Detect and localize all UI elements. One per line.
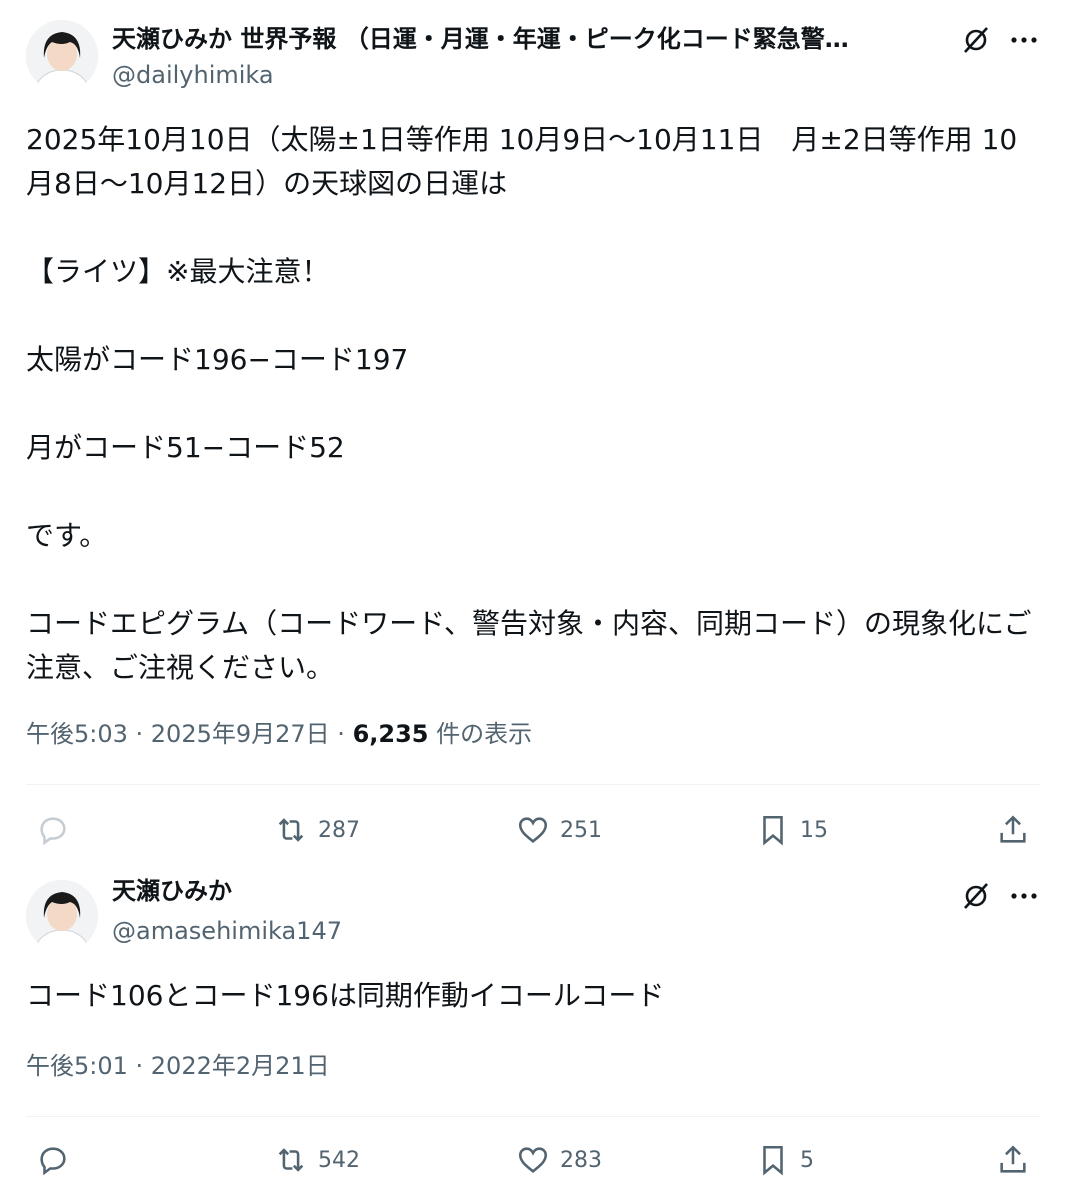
reply-icon [40,817,66,846]
post-timestamp[interactable]: 午後5:01 · 2022年2月21日 [26,1052,330,1080]
author-handle[interactable]: @dailyhimika [112,60,274,90]
avatar-image [26,880,98,952]
action-bar: 287 251 15 [0,808,1066,852]
post-text: 2025年10月10日（太陽±1日等作用 10月9日〜10月11日 月±2日等作… [26,123,1032,684]
post-meta: 午後5:03 · 2025年9月27日 · 6,235 件の表示 [26,718,532,750]
reply-button[interactable] [36,808,80,852]
share-icon [1000,815,1026,843]
original-post: 天瀬ひみか @amasehimika147 コード106とコード196は同期作動… [0,860,1066,1200]
bookmark-icon [763,1145,783,1176]
repost-button[interactable]: 287 [274,808,360,852]
author-handle[interactable]: @amasehimika147 [112,916,342,946]
grok-icon[interactable] [958,878,994,914]
author-name[interactable]: 天瀬ひみか [112,876,232,906]
repost-count: 287 [318,817,360,843]
heart-icon [518,1147,548,1173]
heart-icon [518,817,548,843]
bookmark-count: 15 [800,817,828,843]
share-button[interactable] [996,1138,1030,1182]
like-count: 283 [560,1147,602,1173]
avatar-image [26,20,98,92]
grok-icon[interactable] [958,22,994,58]
repost-button[interactable]: 542 [274,1138,360,1182]
view-label: 件の表示 [428,720,533,748]
bookmark-count: 5 [800,1147,814,1173]
reply-button[interactable] [36,1138,80,1182]
divider [26,784,1040,785]
divider [26,1116,1040,1117]
author-name[interactable]: 天瀬ひみか 世界予報 （日運・月運・年運・ピーク化コード緊急警… [112,24,849,54]
action-bar: 542 283 5 [0,1138,1066,1182]
avatar[interactable] [26,880,98,952]
share-icon [1000,1145,1026,1173]
avatar[interactable] [26,20,98,92]
bookmark-icon [763,815,783,846]
like-button[interactable]: 251 [516,808,602,852]
share-button[interactable] [996,808,1030,852]
reply-icon [40,1147,66,1176]
more-icon[interactable] [1006,878,1042,914]
bookmark-button[interactable]: 15 [756,808,828,852]
repost-icon [278,818,304,842]
repost-count: 542 [318,1147,360,1173]
more-icon[interactable] [1006,22,1042,58]
like-count: 251 [560,817,602,843]
post-timestamp[interactable]: 午後5:03 · 2025年9月27日 · [26,720,353,748]
quoted-post: 天瀬ひみか 世界予報 （日運・月運・年運・ピーク化コード緊急警… @dailyh… [0,0,1066,860]
post-meta: 午後5:01 · 2022年2月21日 [26,1050,330,1082]
repost-icon [278,1148,304,1172]
post-text: コード106とコード196は同期作動イコールコード [26,979,665,1012]
bookmark-button[interactable]: 5 [756,1138,814,1182]
like-button[interactable]: 283 [516,1138,602,1182]
view-count: 6,235 [352,720,429,748]
